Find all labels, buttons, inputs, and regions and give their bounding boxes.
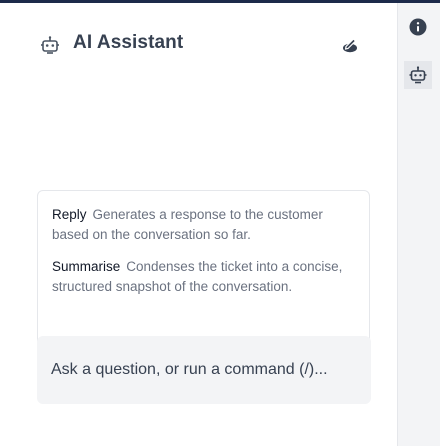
suggestions-card: Reply Generates a response to the custome… — [37, 190, 370, 351]
pencil-badge-icon — [343, 38, 357, 53]
suggestion-summarise[interactable]: Summarise Condenses the ticket into a con… — [52, 257, 355, 297]
info-icon — [409, 18, 427, 36]
panel-header: AI Assistant — [0, 3, 397, 83]
robot-icon — [40, 35, 60, 55]
suggestion-command: Summarise — [52, 259, 121, 274]
ai-assistant-rail-button[interactable] — [404, 61, 432, 89]
info-button[interactable] — [404, 13, 432, 41]
robot-icon — [409, 66, 427, 84]
assistant-input[interactable] — [37, 336, 371, 404]
suggestion-command: Reply — [52, 207, 87, 222]
right-icon-rail — [398, 3, 440, 446]
suggestion-reply[interactable]: Reply Generates a response to the custome… — [52, 205, 355, 245]
ai-assistant-panel: AI Assistant Reply Generates a response t… — [0, 3, 398, 446]
assistant-settings-button[interactable] — [339, 33, 361, 55]
suggestion-description: Generates a response to the customer bas… — [52, 207, 323, 242]
panel-title: AI Assistant — [73, 32, 184, 53]
